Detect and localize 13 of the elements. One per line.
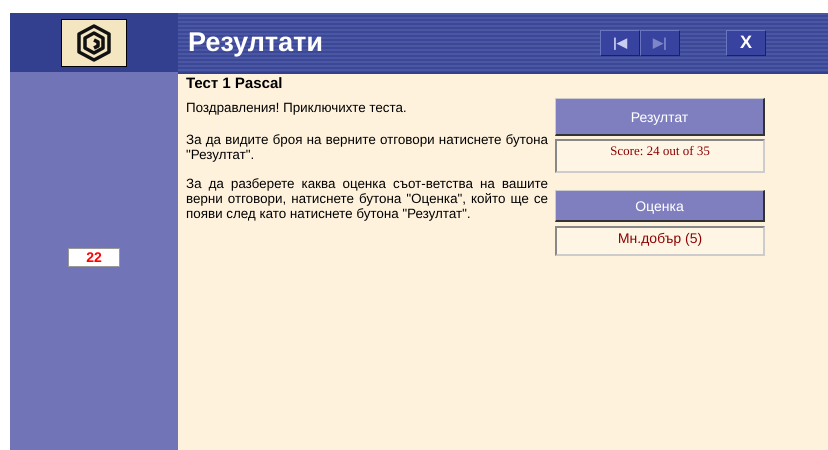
instruction-text: За да видите броя на верните отговори натиснете бутона "Резултат". bbox=[186, 132, 548, 162]
instruction-text: За да разберете каква оценка съот-ветства на вашите верни отговори, натиснете бутона "Оценка", който ще се появи след като натиснете бутона "Резултат". bbox=[186, 176, 548, 221]
last-page-button[interactable]: ▶| bbox=[640, 30, 680, 56]
first-page-button[interactable]: |◀ bbox=[600, 30, 640, 56]
grade-field: Мн.добър (5) bbox=[555, 226, 765, 256]
counter-field: 22 bbox=[68, 248, 120, 266]
window-title: Резултати bbox=[188, 27, 324, 58]
instruction-text: Поздравления! Приключихте теста. bbox=[186, 100, 408, 115]
close-button[interactable]: X bbox=[726, 30, 766, 56]
grade-button[interactable]: Оценка bbox=[555, 190, 765, 222]
test-title: Тест 1 Pascal bbox=[186, 75, 284, 92]
score-field: Score: 24 out of 35 bbox=[555, 139, 765, 173]
result-button[interactable]: Резултат bbox=[555, 98, 765, 136]
